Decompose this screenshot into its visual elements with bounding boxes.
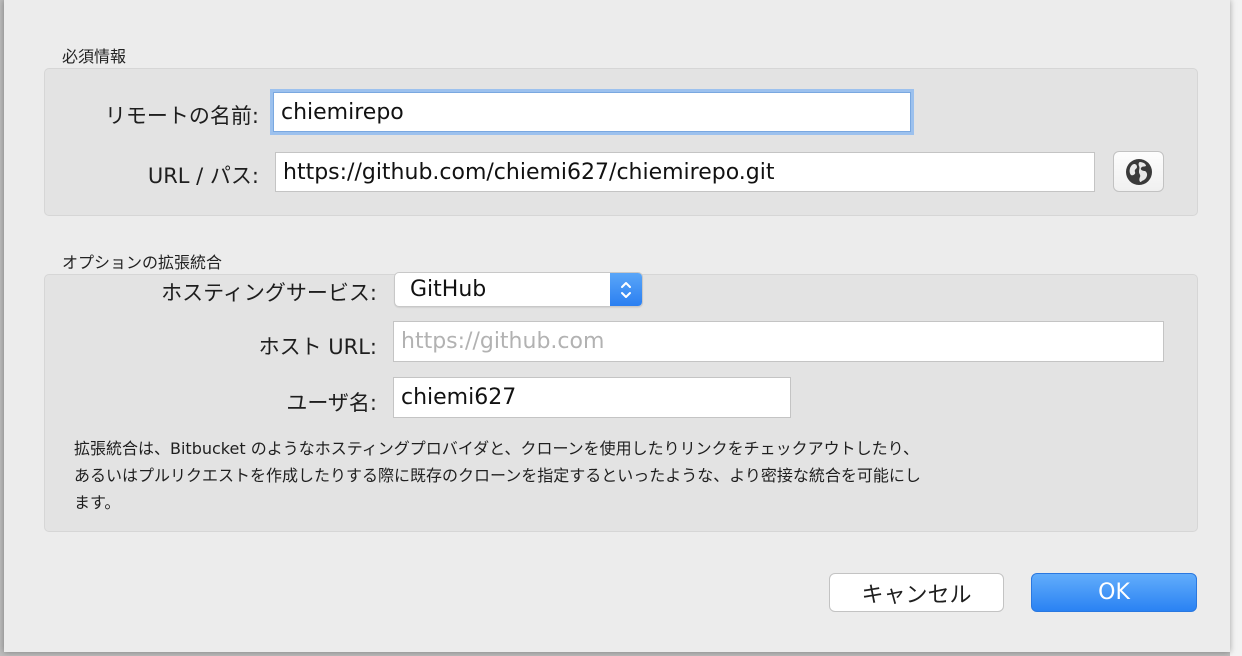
description-line: 拡張統合は、Bitbucket のようなホスティングプロバイダと、クローンを使用… xyxy=(74,439,920,458)
url-path-label: URL / パス: xyxy=(147,164,259,188)
description-line: あるいはプルリクエストを作成したりする際に既存のクローンを指定するといったような… xyxy=(74,466,921,485)
hosting-service-label: ホスティングサービス: xyxy=(161,281,377,305)
cancel-button[interactable]: キャンセル xyxy=(829,573,1004,612)
globe-icon xyxy=(1124,157,1154,187)
host-url-input[interactable]: https://github.com xyxy=(393,321,1164,362)
hosting-service-value: GitHub xyxy=(410,277,487,302)
host-url-label: ホスト URL: xyxy=(258,335,377,359)
updown-chevron-icon xyxy=(610,273,642,306)
username-label: ユーザ名: xyxy=(286,391,377,415)
username-input[interactable]: chiemi627 xyxy=(393,377,791,418)
description-line: ます。 xyxy=(74,493,121,512)
remote-name-label: リモートの名前: xyxy=(104,104,259,128)
remote-name-input[interactable]: chiemirepo xyxy=(273,92,911,132)
options-section-title: オプションの拡張統合 xyxy=(62,253,223,272)
integration-description: 拡張統合は、Bitbucket のようなホスティングプロバイダと、クローンを使用… xyxy=(74,435,1184,516)
required-group xyxy=(44,68,1198,216)
add-remote-sheet: 必須情報 リモートの名前: chiemirepo URL / パス: https… xyxy=(4,0,1230,652)
background-window xyxy=(1230,0,1242,656)
hosting-service-select[interactable]: GitHub xyxy=(394,272,643,307)
ok-button[interactable]: OK xyxy=(1031,573,1197,612)
url-path-input[interactable]: https://github.com/chiemi627/chiemirepo.… xyxy=(275,152,1095,192)
browse-url-button[interactable] xyxy=(1113,151,1164,192)
required-section-title: 必須情報 xyxy=(62,47,127,66)
